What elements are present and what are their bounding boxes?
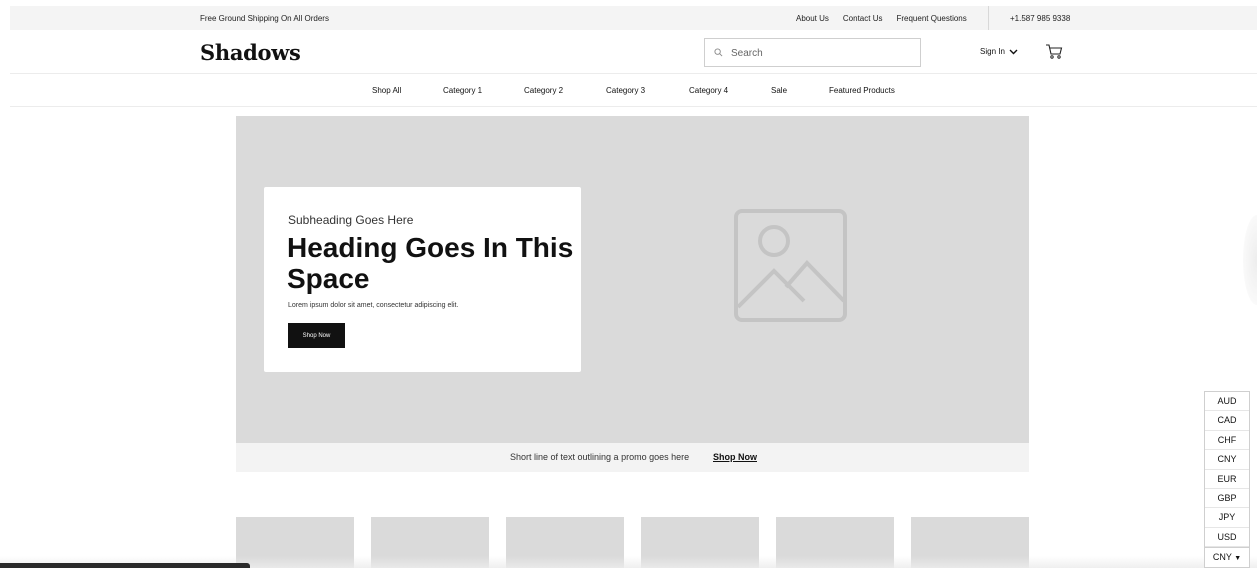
currency-selector[interactable]: AUD CAD CHF CNY EUR GBP JPY USD CNY ▼ (1204, 391, 1250, 568)
search-box[interactable] (704, 38, 921, 67)
nav-sale[interactable]: Sale (771, 86, 787, 95)
phone-number[interactable]: +1.587 985 9338 (1010, 14, 1070, 23)
hero-banner: Subheading Goes Here Heading Goes In Thi… (236, 116, 1029, 443)
edge-shadow (1243, 215, 1257, 305)
chevron-down-icon (1009, 49, 1018, 54)
promo-bar: Short line of text outlining a promo goe… (236, 443, 1029, 472)
nav-featured-products[interactable]: Featured Products (829, 86, 895, 95)
hero-body-text: Lorem ipsum dolor sit amet, consectetur … (288, 302, 459, 309)
contact-us-link[interactable]: Contact Us (843, 14, 883, 23)
currency-option-cny[interactable]: CNY (1205, 450, 1249, 470)
currency-option-gbp[interactable]: GBP (1205, 489, 1249, 509)
hero-card: Subheading Goes Here Heading Goes In Thi… (264, 187, 581, 372)
image-placeholder-icon (734, 209, 847, 322)
announcement-bar: Free Ground Shipping On All Orders About… (10, 6, 1257, 30)
hero-heading: Heading Goes In This Space (287, 232, 574, 294)
currency-option-jpy[interactable]: JPY (1205, 508, 1249, 528)
about-us-link[interactable]: About Us (796, 14, 829, 23)
currency-selected-label: CNY (1212, 552, 1232, 562)
nav-category-4[interactable]: Category 4 (689, 86, 728, 95)
topbar-divider (988, 6, 989, 30)
currency-selected[interactable]: CNY ▼ (1205, 547, 1249, 567)
nav-category-3[interactable]: Category 3 (606, 86, 645, 95)
hero-subheading: Subheading Goes Here (288, 213, 414, 227)
currency-option-aud[interactable]: AUD (1205, 392, 1249, 412)
nav-category-1[interactable]: Category 1 (443, 86, 482, 95)
search-input[interactable] (731, 44, 911, 62)
search-icon (714, 48, 723, 57)
hero-shop-now-button[interactable]: Shop Now (288, 323, 345, 348)
sign-in-button[interactable]: Sign In (980, 47, 1018, 56)
sign-in-label: Sign In (980, 47, 1005, 56)
status-bar (0, 563, 250, 568)
cart-icon[interactable] (1045, 43, 1063, 59)
nav-category-2[interactable]: Category 2 (524, 86, 563, 95)
utility-links: About Us Contact Us Frequent Questions (796, 14, 967, 23)
logo[interactable]: Shadows (200, 40, 301, 65)
currency-option-cad[interactable]: CAD (1205, 411, 1249, 431)
currency-option-usd[interactable]: USD (1205, 528, 1249, 548)
main-navigation: Shop All Category 1 Category 2 Category … (10, 74, 1257, 107)
currency-option-eur[interactable]: EUR (1205, 470, 1249, 489)
shipping-message: Free Ground Shipping On All Orders (200, 14, 329, 23)
faq-link[interactable]: Frequent Questions (896, 14, 966, 23)
promo-text: Short line of text outlining a promo goe… (510, 452, 690, 462)
promo-shop-now-link[interactable]: Shop Now (713, 452, 757, 462)
site-header: Shadows Sign In (10, 30, 1257, 74)
caret-down-icon: ▼ (1234, 555, 1242, 562)
nav-shop-all[interactable]: Shop All (372, 86, 401, 95)
currency-option-chf[interactable]: CHF (1205, 431, 1249, 451)
